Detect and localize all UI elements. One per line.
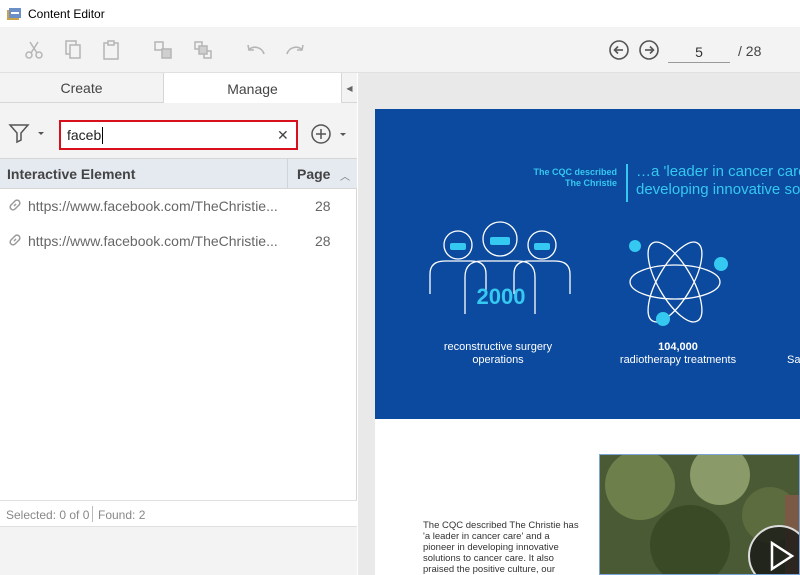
window-title: Content Editor (28, 6, 105, 21)
list-item-page: 28 (315, 233, 331, 249)
collapse-panel-button[interactable]: ◀ (341, 73, 357, 103)
stat-surgery-label: reconstructive surgery operations (443, 341, 553, 366)
chevron-down-icon (340, 133, 346, 136)
cut-icon (25, 41, 43, 59)
status-divider (92, 506, 93, 522)
stats-banner: The CQC described The Christie …a 'leade… (375, 109, 800, 419)
column-header-page[interactable]: Page (297, 166, 330, 182)
quote-line-2: developing innovative solu (636, 181, 800, 198)
video-thumbnail[interactable] (599, 454, 800, 575)
cqc-caption: The CQC described The Christie (533, 167, 617, 188)
column-header-element[interactable]: Interactive Element (7, 166, 135, 182)
status-selected: Selected: 0 of 0 (6, 508, 90, 522)
document-page[interactable]: The CQC described The Christie …a 'leade… (375, 109, 800, 575)
group-icon (154, 41, 172, 59)
atom-icon (629, 240, 728, 326)
list-header: Interactive Element Page ︿ (0, 159, 357, 189)
cut-button[interactable] (21, 37, 47, 63)
list-item-url: https://www.facebook.com/TheChristie... (28, 198, 278, 214)
status-bar: Selected: 0 of 0 Found: 2 (0, 500, 357, 526)
redo-button[interactable] (282, 37, 308, 63)
ungroup-button[interactable] (190, 37, 216, 63)
paste-button[interactable] (98, 37, 124, 63)
undo-icon (247, 44, 265, 55)
document-viewport[interactable]: The CQC described The Christie …a 'leade… (358, 73, 800, 575)
link-icon (9, 199, 21, 211)
surgeons-icon (429, 221, 571, 314)
prev-page-button[interactable] (608, 39, 630, 61)
list-item-page: 28 (315, 198, 331, 214)
tab-create-label: Create (60, 80, 103, 96)
plus-circle-icon (311, 124, 331, 144)
list-item[interactable]: https://www.facebook.com/TheChristie... … (0, 189, 357, 223)
tab-manage[interactable]: Manage (164, 73, 341, 104)
stat-surgery-number: 2000 (476, 284, 526, 309)
filter-icon (8, 124, 30, 144)
filter-button[interactable] (8, 121, 48, 145)
search-input[interactable] (67, 126, 267, 144)
copy-button[interactable] (60, 37, 86, 63)
group-button[interactable] (150, 37, 176, 63)
stat-third-partial: Sa (787, 354, 800, 366)
redo-icon (286, 44, 304, 55)
chevron-down-icon (38, 132, 44, 135)
status-found: Found: 2 (98, 508, 146, 522)
paste-icon (103, 40, 119, 60)
quote-line-1: …a 'leader in cancer care' (636, 163, 800, 180)
toolbar: / 28 (0, 27, 800, 73)
search-row: ✕ (0, 103, 357, 159)
stat-radiotherapy-label: radiotherapy treatments (619, 354, 737, 366)
copy-icon (65, 40, 81, 59)
ungroup-icon (194, 41, 212, 59)
undo-button[interactable] (243, 37, 269, 63)
tab-manage-label: Manage (227, 80, 278, 97)
panel-tabs: Create Manage ◀ (0, 73, 357, 104)
page-number-input[interactable] (668, 41, 730, 63)
tab-create[interactable]: Create (0, 73, 164, 103)
chevron-left-icon: ◀ (346, 83, 353, 93)
title-bar: Content Editor (0, 0, 800, 27)
list-item-url: https://www.facebook.com/TheChristie... (28, 233, 278, 249)
app-icon (7, 7, 21, 20)
clear-search-button[interactable]: ✕ (277, 127, 289, 144)
panel-footer (0, 526, 357, 575)
sort-ascending-icon[interactable]: ︿ (340, 168, 350, 183)
page-total: / 28 (738, 43, 762, 59)
add-element-button[interactable] (310, 122, 350, 146)
stat-radiotherapy-number: 104,000 (658, 341, 698, 353)
text-caret (102, 127, 103, 144)
list-item[interactable]: https://www.facebook.com/TheChristie... … (0, 224, 357, 258)
quote-text: …a 'leader in cancer care' developing in… (636, 163, 800, 199)
link-icon (9, 234, 21, 246)
play-icon (770, 540, 795, 572)
body-paragraph: The CQC described The Christie has 'a le… (423, 520, 579, 575)
column-divider[interactable] (287, 159, 288, 189)
left-panel: Create Manage ◀ ✕ (0, 73, 357, 575)
search-box: ✕ (59, 120, 298, 150)
next-page-button[interactable] (638, 39, 660, 61)
quote-divider (626, 164, 628, 202)
play-button[interactable] (748, 525, 799, 574)
